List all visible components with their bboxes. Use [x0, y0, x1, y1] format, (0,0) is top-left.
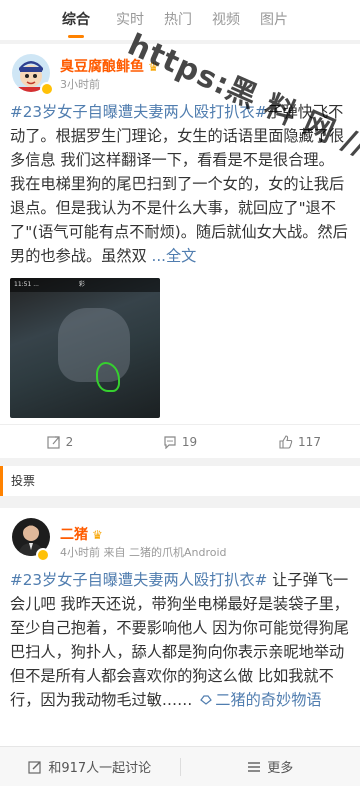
post-time: 3小时前: [60, 78, 100, 91]
tab-bar: 综合 实时 热门 视频 图片: [0, 0, 360, 40]
discuss-label: 和917人一起讨论: [48, 761, 152, 776]
post-meta: 4小时前 来自 二猪的爪机Android: [60, 546, 227, 559]
post-text: 子弹快飞不动了。根据罗生门理论，女生的话语里面隐藏了很多信息 我们这样翻译一下，…: [10, 103, 348, 265]
video-time: 11:51 ...: [14, 281, 39, 288]
hashtag-link[interactable]: #23岁女子自曝遭夫妻两人殴打扒衣#: [10, 103, 267, 121]
tab-images[interactable]: 图片: [260, 0, 288, 40]
video-title: 彩: [78, 281, 85, 288]
repost-button[interactable]: 2: [0, 425, 120, 458]
more-label: 更多: [267, 761, 294, 776]
crown-icon: ♛: [148, 60, 159, 74]
post-username[interactable]: 臭豆腐酿鲱鱼 ♛: [60, 56, 159, 76]
menu-icon: [248, 761, 261, 772]
tab-hot[interactable]: 热门: [164, 0, 192, 40]
thumbs-up-icon: [279, 434, 293, 449]
repost-count: 2: [65, 434, 74, 449]
discuss-button[interactable]: 和917人一起讨论: [0, 757, 180, 776]
verified-badge-icon: [40, 82, 54, 96]
post-header: 臭豆腐酿鲱鱼 ♛ 3小时前: [0, 44, 360, 96]
username-text[interactable]: 臭豆腐酿鲱鱼: [60, 59, 144, 75]
video-figure: [58, 308, 130, 382]
post-card: 臭豆腐酿鲱鱼 ♛ 3小时前 #23岁女子自曝遭夫妻两人殴打扒衣#子弹快飞不动了。根…: [0, 44, 360, 458]
tab-realtime[interactable]: 实时: [116, 0, 144, 40]
video-statusbar: 11:51 ... 彩: [10, 278, 160, 292]
expand-link[interactable]: ...全文: [152, 247, 197, 265]
link-icon: [200, 695, 213, 705]
tab-video[interactable]: 视频: [212, 0, 240, 40]
post-actions: 2 19 117: [0, 424, 360, 458]
post-body: #23岁女子自曝遭夫妻两人殴打扒衣# 让子弹飞一会儿吧 我昨天还说，带狗坐电梯最…: [10, 568, 352, 712]
source-label[interactable]: 二猪的奇妙物语: [215, 691, 321, 709]
section-header-vote: 投票: [0, 466, 360, 496]
post-header: 二猪 ♛ 4小时前 来自 二猪的爪机Android: [0, 508, 360, 562]
post-text: 让子弹飞一会儿吧 我昨天还说，带狗坐电梯最好是装袋子里，至少自己抱着，不要影响他…: [10, 571, 349, 709]
comment-icon: [164, 435, 176, 449]
repost-icon: [47, 435, 60, 449]
comment-count: 19: [181, 434, 198, 449]
comment-button[interactable]: 19: [120, 425, 240, 458]
verified-badge-icon: [36, 548, 50, 562]
post-username[interactable]: 二猪 ♛: [60, 524, 103, 544]
video-thumbnail[interactable]: 11:51 ... 彩: [10, 278, 160, 418]
like-button[interactable]: 117: [240, 425, 360, 458]
like-count: 117: [298, 434, 321, 449]
crown-icon: ♛: [92, 528, 103, 542]
edit-icon: [28, 760, 41, 774]
post-body: #23岁女子自曝遭夫妻两人殴打扒衣#子弹快飞不动了。根据罗生门理论，女生的话语里…: [10, 100, 352, 268]
bottom-action-bar: 和917人一起讨论 更多: [0, 746, 360, 786]
username-text[interactable]: 二猪: [60, 527, 88, 543]
post-card: 二猪 ♛ 4小时前 来自 二猪的爪机Android #23岁女子自曝遭夫妻两人殴打…: [0, 508, 360, 786]
hashtag-link[interactable]: #23岁女子自曝遭夫妻两人殴打扒衣#: [10, 571, 267, 589]
source-link[interactable]: 二猪的奇妙物语: [192, 691, 322, 709]
more-button[interactable]: 更多: [181, 757, 360, 776]
tab-comprehensive[interactable]: 综合: [62, 0, 90, 40]
